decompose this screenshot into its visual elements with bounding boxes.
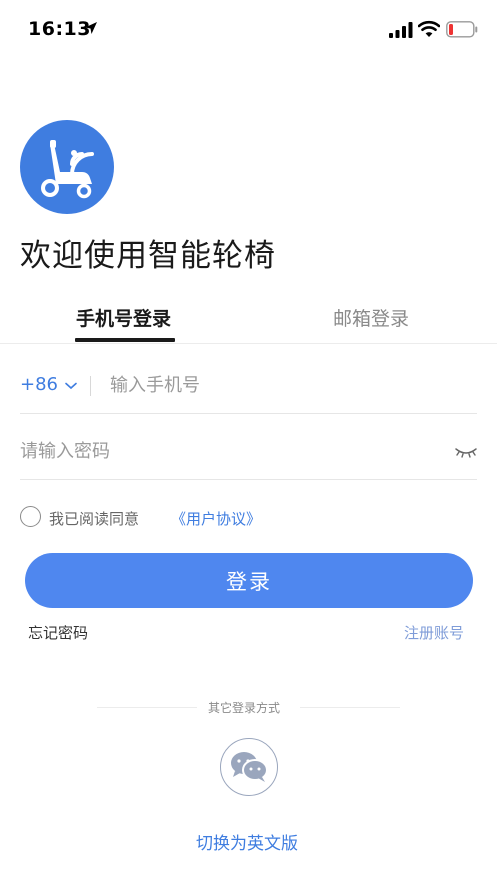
switch-language-link[interactable]: 切换为英文版 <box>196 829 298 854</box>
login-button[interactable]: 登录 <box>25 553 473 608</box>
active-tab-indicator <box>75 338 175 342</box>
forgot-password-link[interactable]: 忘记密码 <box>28 622 88 643</box>
country-code-selector[interactable]: +86 <box>20 374 58 395</box>
other-login-label: 其它登录方式 <box>208 701 281 715</box>
register-account-link[interactable]: 注册账号 <box>404 622 464 643</box>
tab-phone-login[interactable]: 手机号登录 <box>76 304 171 331</box>
password-input[interactable] <box>20 436 420 466</box>
divider-right <box>300 707 400 708</box>
login-tabs: 手机号登录 邮箱登录 <box>0 296 497 344</box>
battery-icon <box>446 21 478 38</box>
user-agreement-link[interactable]: 《用户协议》 <box>171 508 261 529</box>
wifi-icon <box>418 20 440 37</box>
welcome-title: 欢迎使用智能轮椅 <box>20 238 276 274</box>
tab-email-login[interactable]: 邮箱登录 <box>333 304 409 331</box>
chevron-down-icon[interactable] <box>65 382 77 390</box>
wechat-icon <box>231 752 268 782</box>
agree-radio[interactable] <box>20 506 41 527</box>
divider-left <box>97 707 197 708</box>
cellular-signal-icon <box>389 22 413 38</box>
input-divider <box>90 376 91 396</box>
phone-row: +86 <box>20 348 477 414</box>
phone-input[interactable] <box>110 370 440 400</box>
status-time: 16:13 <box>28 18 91 40</box>
agree-text: 我已阅读同意 <box>49 510 140 528</box>
password-row <box>20 414 477 480</box>
location-arrow-icon <box>85 22 97 34</box>
eye-closed-icon[interactable] <box>455 446 477 460</box>
status-bar: 16:13 <box>0 0 497 60</box>
app-logo <box>20 120 114 214</box>
wechat-login-button[interactable] <box>220 738 278 796</box>
wheelchair-wifi-icon <box>41 140 94 199</box>
